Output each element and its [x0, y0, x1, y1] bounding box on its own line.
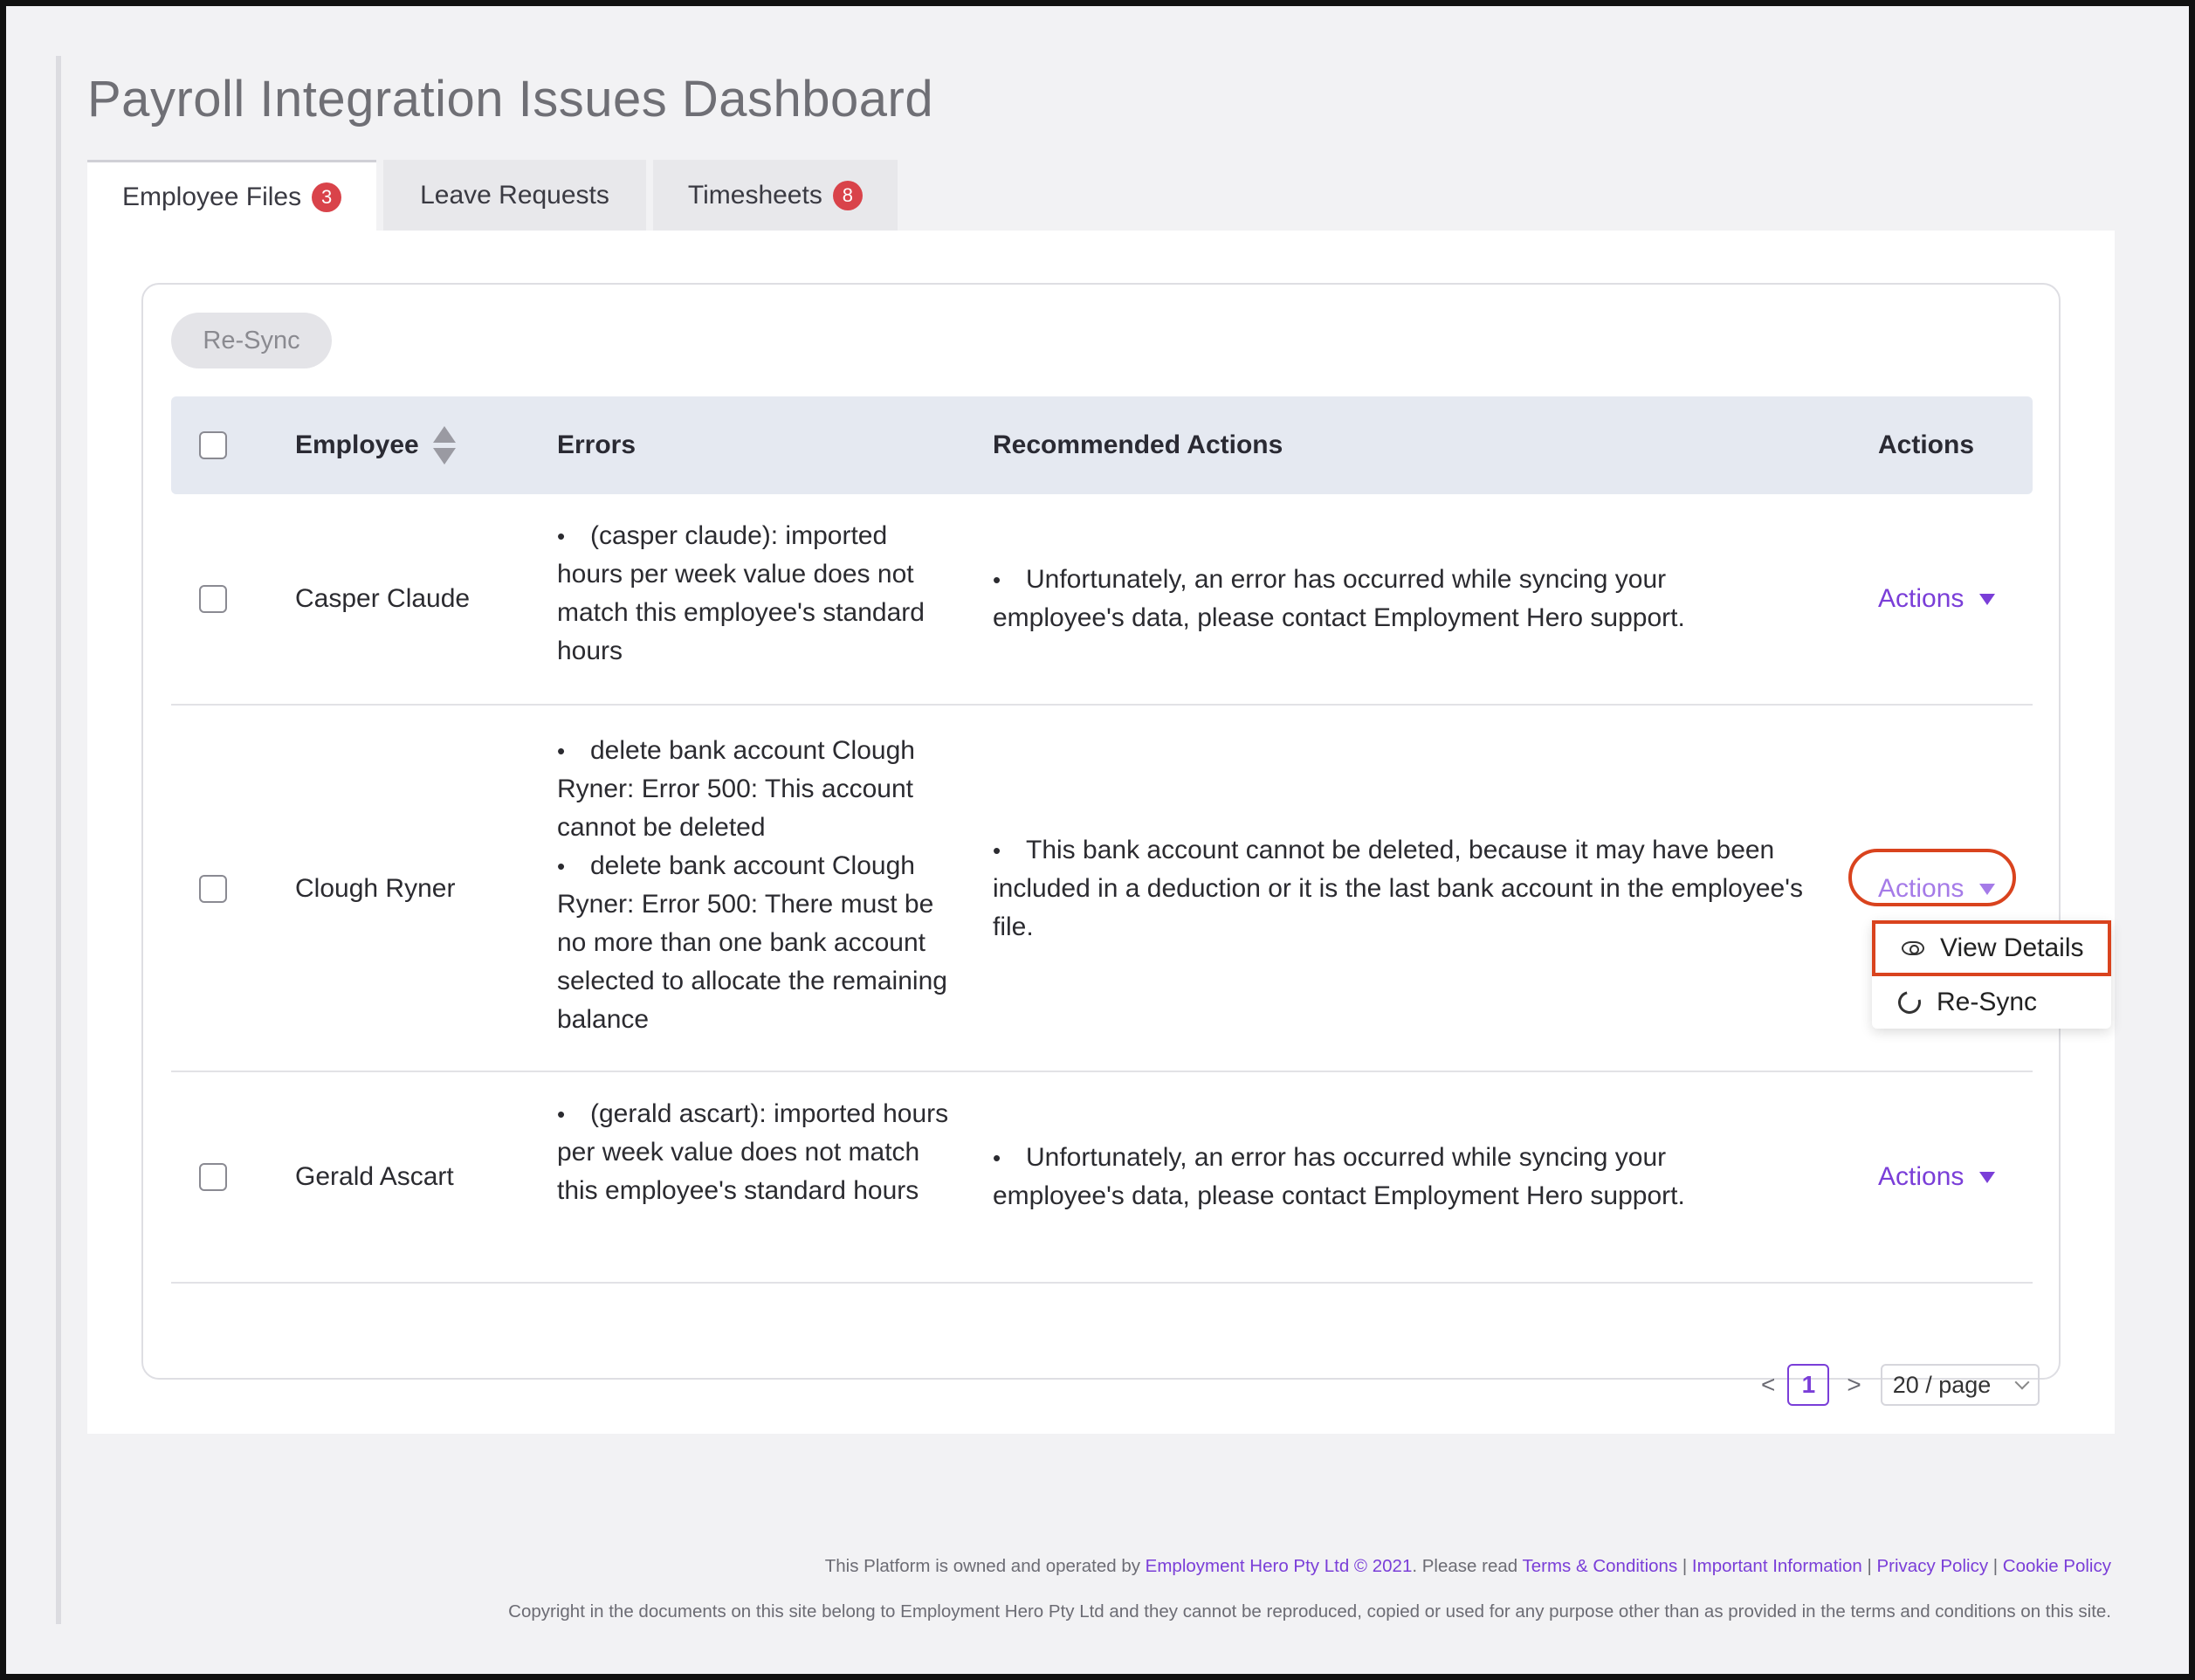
row-checkbox[interactable]	[199, 585, 227, 613]
table-row: Gerald Ascart (gerald ascart): imported …	[171, 1072, 2033, 1284]
view-details-menu-item[interactable]: View Details	[1872, 920, 2111, 976]
footer-legal-links: This Platform is owned and operated by E…	[825, 1556, 2111, 1577]
recommendation-item: Unfortunately, an error has occurred whi…	[993, 1139, 1779, 1215]
company-link[interactable]: Employment Hero Pty Ltd © 2021	[1146, 1556, 1413, 1576]
caret-down-icon	[1979, 883, 1996, 895]
privacy-policy-link[interactable]: Privacy Policy	[1876, 1556, 1988, 1576]
employee-name: Gerald Ascart	[295, 1162, 454, 1191]
errors-cell: (casper claude): imported hours per week…	[557, 517, 950, 671]
menu-item-label: View Details	[1940, 933, 2084, 962]
actions-dropdown-trigger[interactable]: Actions	[1878, 870, 1996, 908]
column-header-recommended-actions: Recommended Actions	[993, 430, 1283, 459]
actions-dropdown-trigger[interactable]: Actions	[1878, 1158, 1996, 1196]
sort-icon[interactable]	[432, 426, 456, 465]
left-divider	[56, 56, 61, 1624]
footer-copyright: Copyright in the documents on this site …	[508, 1601, 2111, 1621]
column-label: Employee	[295, 430, 419, 459]
tab-label: Timesheets	[687, 181, 822, 210]
page-title: Payroll Integration Issues Dashboard	[87, 71, 934, 127]
tab-bar: Employee Files 3 Leave Requests Timeshee…	[87, 160, 898, 231]
caret-down-icon	[1979, 1171, 1996, 1183]
footer-text: This Platform is owned and operated by	[824, 1556, 1146, 1576]
employee-name: Clough Ryner	[295, 874, 456, 903]
column-header-actions: Actions	[1878, 430, 1975, 459]
eye-icon	[1902, 941, 1924, 955]
recommendation-item: Unfortunately, an error has occurred whi…	[993, 561, 1779, 637]
page-size-value: 20 / page	[1892, 1371, 1992, 1398]
footer-separator: |	[1861, 1556, 1877, 1576]
issues-card: Re-Sync Employee Errors Recommended Acti…	[141, 283, 2061, 1406]
error-item: (gerald ascart): imported hours per week…	[557, 1095, 950, 1210]
chevron-down-icon	[2014, 1374, 2030, 1390]
table-row: Clough Ryner delete bank account Clough …	[171, 706, 2033, 1072]
actions-label: Actions	[1878, 874, 1964, 903]
tab-badge: 3	[312, 182, 342, 212]
actions-label: Actions	[1878, 584, 1964, 613]
next-page-button[interactable]: >	[1847, 1371, 1861, 1399]
table-row: Casper Claude (casper claude): imported …	[171, 494, 2033, 706]
footer-separator: |	[1988, 1556, 2003, 1576]
tab-label: Leave Requests	[420, 181, 609, 210]
terms-link[interactable]: Terms & Conditions	[1522, 1556, 1677, 1576]
recommended-cell: This bank account cannot be deleted, bec…	[993, 831, 1831, 947]
column-header-employee[interactable]: Employee	[295, 396, 456, 494]
recommended-cell: Unfortunately, an error has occurred whi…	[993, 561, 1779, 637]
menu-item-label: Re-Sync	[1937, 988, 2038, 1016]
page-number-1[interactable]: 1	[1787, 1364, 1830, 1406]
resync-button[interactable]: Re-Sync	[171, 313, 332, 368]
column-header-errors: Errors	[557, 430, 636, 459]
tab-label: Employee Files	[122, 182, 302, 211]
actions-label: Actions	[1878, 1162, 1964, 1191]
actions-menu: View Details Re-Sync	[1872, 920, 2111, 1029]
employee-name: Casper Claude	[295, 584, 471, 613]
footer-separator: |	[1677, 1556, 1692, 1576]
error-item: delete bank account Clough Ryner: Error …	[557, 847, 950, 1039]
table-header: Employee Errors Recommended Actions Acti…	[171, 396, 2033, 494]
page-size-select[interactable]: 20 / page	[1880, 1364, 2040, 1406]
sync-icon	[1894, 987, 1925, 1018]
footer-text: . Please read	[1412, 1556, 1523, 1576]
errors-cell: (gerald ascart): imported hours per week…	[557, 1095, 950, 1210]
errors-cell: delete bank account Clough Ryner: Error …	[557, 732, 950, 1039]
tab-employee-files[interactable]: Employee Files 3	[87, 160, 377, 231]
tab-timesheets[interactable]: Timesheets 8	[652, 160, 898, 231]
select-all-checkbox[interactable]	[199, 431, 227, 459]
caret-down-icon	[1979, 593, 1996, 605]
prev-page-button[interactable]: <	[1761, 1371, 1775, 1399]
important-information-link[interactable]: Important Information	[1692, 1556, 1862, 1576]
resync-menu-item[interactable]: Re-Sync	[1872, 976, 2111, 1029]
error-item: delete bank account Clough Ryner: Error …	[557, 732, 950, 847]
pagination: < 1 > 20 / page	[1761, 1364, 2040, 1406]
tab-badge: 8	[832, 181, 863, 210]
row-checkbox[interactable]	[199, 1163, 227, 1191]
tab-panel: Re-Sync Employee Errors Recommended Acti…	[87, 231, 2115, 1434]
actions-dropdown-trigger[interactable]: Actions	[1878, 580, 1996, 618]
row-checkbox[interactable]	[199, 875, 227, 903]
recommendation-item: This bank account cannot be deleted, bec…	[993, 831, 1831, 947]
error-item: (casper claude): imported hours per week…	[557, 517, 950, 671]
tab-leave-requests[interactable]: Leave Requests	[383, 160, 646, 231]
cookie-policy-link[interactable]: Cookie Policy	[2003, 1556, 2111, 1576]
recommended-cell: Unfortunately, an error has occurred whi…	[993, 1139, 1779, 1215]
